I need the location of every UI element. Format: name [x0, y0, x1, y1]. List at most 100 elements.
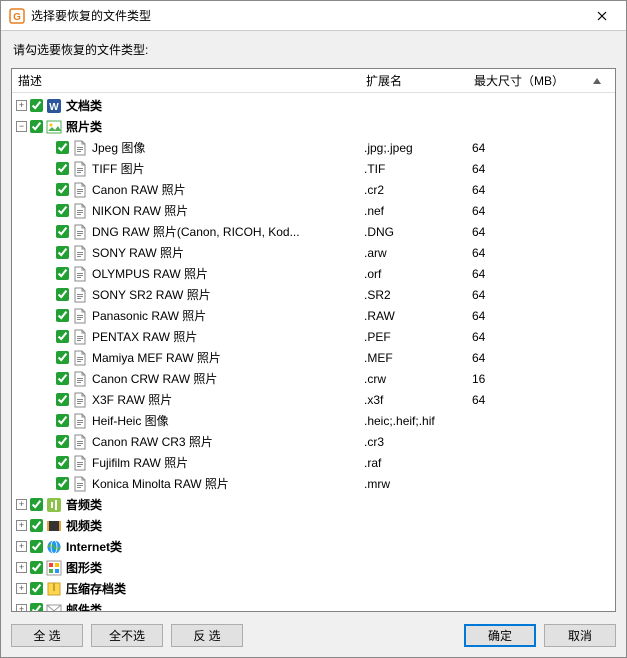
file-icon: [72, 455, 88, 471]
file-type-ext: .jpg;.jpeg: [364, 141, 472, 155]
expander-icon[interactable]: +: [16, 541, 27, 552]
archive-icon: [46, 581, 62, 597]
file-type-row[interactable]: Fujifilm RAW 照片.raf: [12, 452, 615, 473]
file-type-checkbox[interactable]: [56, 183, 69, 196]
file-type-checkbox[interactable]: [56, 246, 69, 259]
file-type-label: Mamiya MEF RAW 照片: [92, 349, 221, 366]
invert-button[interactable]: 反 选: [171, 624, 243, 647]
file-type-checkbox[interactable]: [56, 330, 69, 343]
category-checkbox[interactable]: [30, 498, 43, 511]
file-type-row[interactable]: NIKON RAW 照片.nef64: [12, 200, 615, 221]
expander-icon[interactable]: +: [16, 499, 27, 510]
file-type-size: 64: [472, 309, 582, 323]
file-type-checkbox[interactable]: [56, 288, 69, 301]
category-checkbox[interactable]: [30, 582, 43, 595]
mail-icon: [46, 602, 62, 612]
category-checkbox[interactable]: [30, 519, 43, 532]
file-type-label: Konica Minolta RAW 照片: [92, 475, 229, 492]
expander-icon[interactable]: +: [16, 520, 27, 531]
file-type-checkbox[interactable]: [56, 456, 69, 469]
category-row-archive[interactable]: +压缩存档类: [12, 578, 615, 599]
file-type-size: 64: [472, 225, 582, 239]
word-icon: W: [46, 98, 62, 114]
file-type-ext: .RAW: [364, 309, 472, 323]
expander-icon[interactable]: +: [16, 100, 27, 111]
file-type-size: 64: [472, 393, 582, 407]
file-type-label: Canon CRW RAW 照片: [92, 370, 217, 387]
file-type-row[interactable]: Konica Minolta RAW 照片.mrw: [12, 473, 615, 494]
select-none-button[interactable]: 全不选: [91, 624, 163, 647]
file-type-row[interactable]: Canon CRW RAW 照片.crw16: [12, 368, 615, 389]
category-row-photos[interactable]: −照片类: [12, 116, 615, 137]
file-type-row[interactable]: SONY SR2 RAW 照片 .SR264: [12, 284, 615, 305]
file-type-checkbox[interactable]: [56, 435, 69, 448]
expander-icon[interactable]: +: [16, 583, 27, 594]
file-type-row[interactable]: Jpeg 图像.jpg;.jpeg64: [12, 137, 615, 158]
file-type-checkbox[interactable]: [56, 414, 69, 427]
file-icon: [72, 203, 88, 219]
file-type-checkbox[interactable]: [56, 204, 69, 217]
file-type-row[interactable]: Mamiya MEF RAW 照片.MEF64: [12, 347, 615, 368]
file-type-row[interactable]: Canon RAW CR3 照片.cr3: [12, 431, 615, 452]
tree-body[interactable]: + W文档类 −照片类Jpeg 图像.jpg;.jpeg64TIFF 图片.TIF6…: [12, 93, 615, 611]
cancel-button[interactable]: 取消: [544, 624, 616, 647]
file-type-checkbox[interactable]: [56, 267, 69, 280]
category-checkbox[interactable]: [30, 603, 43, 611]
col-size[interactable]: 最大尺寸（MB）: [468, 69, 578, 92]
file-type-ext: .raf: [364, 456, 472, 470]
file-type-row[interactable]: DNG RAW 照片(Canon, RICOH, Kod....DNG64: [12, 221, 615, 242]
category-row-video[interactable]: + 视频类: [12, 515, 615, 536]
file-type-checkbox[interactable]: [56, 225, 69, 238]
select-all-button[interactable]: 全 选: [11, 624, 83, 647]
file-type-checkbox[interactable]: [56, 351, 69, 364]
ok-button[interactable]: 确定: [464, 624, 536, 647]
category-checkbox[interactable]: [30, 540, 43, 553]
file-icon: [72, 245, 88, 261]
category-checkbox[interactable]: [30, 561, 43, 574]
file-type-checkbox[interactable]: [56, 162, 69, 175]
file-icon: [72, 224, 88, 240]
expander-icon[interactable]: +: [16, 604, 27, 611]
file-type-checkbox[interactable]: [56, 309, 69, 322]
category-checkbox[interactable]: [30, 120, 43, 133]
file-type-row[interactable]: SONY RAW 照片.arw64: [12, 242, 615, 263]
file-type-row[interactable]: OLYMPUS RAW 照片.orf64: [12, 263, 615, 284]
file-type-ext: .cr2: [364, 183, 472, 197]
file-type-row[interactable]: Heif-Heic 图像.heic;.heif;.hif: [12, 410, 615, 431]
category-row-internet[interactable]: +Internet类: [12, 536, 615, 557]
expander-icon[interactable]: −: [16, 121, 27, 132]
file-type-checkbox[interactable]: [56, 372, 69, 385]
close-button[interactable]: [582, 2, 622, 30]
file-icon: [72, 329, 88, 345]
file-type-checkbox[interactable]: [56, 393, 69, 406]
file-type-label: X3F RAW 照片: [92, 391, 172, 408]
category-row-audio[interactable]: +音频类: [12, 494, 615, 515]
file-type-size: 64: [472, 288, 582, 302]
file-icon: [72, 182, 88, 198]
category-row-docs[interactable]: + W文档类: [12, 95, 615, 116]
close-icon: [597, 11, 607, 21]
svg-text:G: G: [13, 12, 21, 23]
category-checkbox[interactable]: [30, 99, 43, 112]
expander-icon[interactable]: +: [16, 562, 27, 573]
file-type-row[interactable]: Canon RAW 照片.cr264: [12, 179, 615, 200]
file-type-row[interactable]: X3F RAW 照片.x3f64: [12, 389, 615, 410]
file-type-row[interactable]: TIFF 图片.TIF64: [12, 158, 615, 179]
col-desc[interactable]: 描述: [12, 69, 360, 92]
titlebar: G 选择要恢复的文件类型: [1, 1, 626, 31]
file-type-ext: .TIF: [364, 162, 472, 176]
category-row-mail[interactable]: +邮件类: [12, 599, 615, 611]
file-icon: [72, 161, 88, 177]
file-type-checkbox[interactable]: [56, 141, 69, 154]
file-type-row[interactable]: Panasonic RAW 照片.RAW64: [12, 305, 615, 326]
file-type-label: SONY SR2 RAW 照片: [92, 286, 211, 303]
file-type-row[interactable]: PENTAX RAW 照片.PEF64: [12, 326, 615, 347]
category-row-graphics[interactable]: +图形类: [12, 557, 615, 578]
col-ext[interactable]: 扩展名: [360, 69, 468, 92]
file-type-ext: .PEF: [364, 330, 472, 344]
file-type-checkbox[interactable]: [56, 477, 69, 490]
category-label: 视频类: [66, 517, 102, 534]
file-type-ext: .SR2: [364, 288, 472, 302]
category-label: 文档类: [66, 97, 102, 114]
file-icon: [72, 308, 88, 324]
